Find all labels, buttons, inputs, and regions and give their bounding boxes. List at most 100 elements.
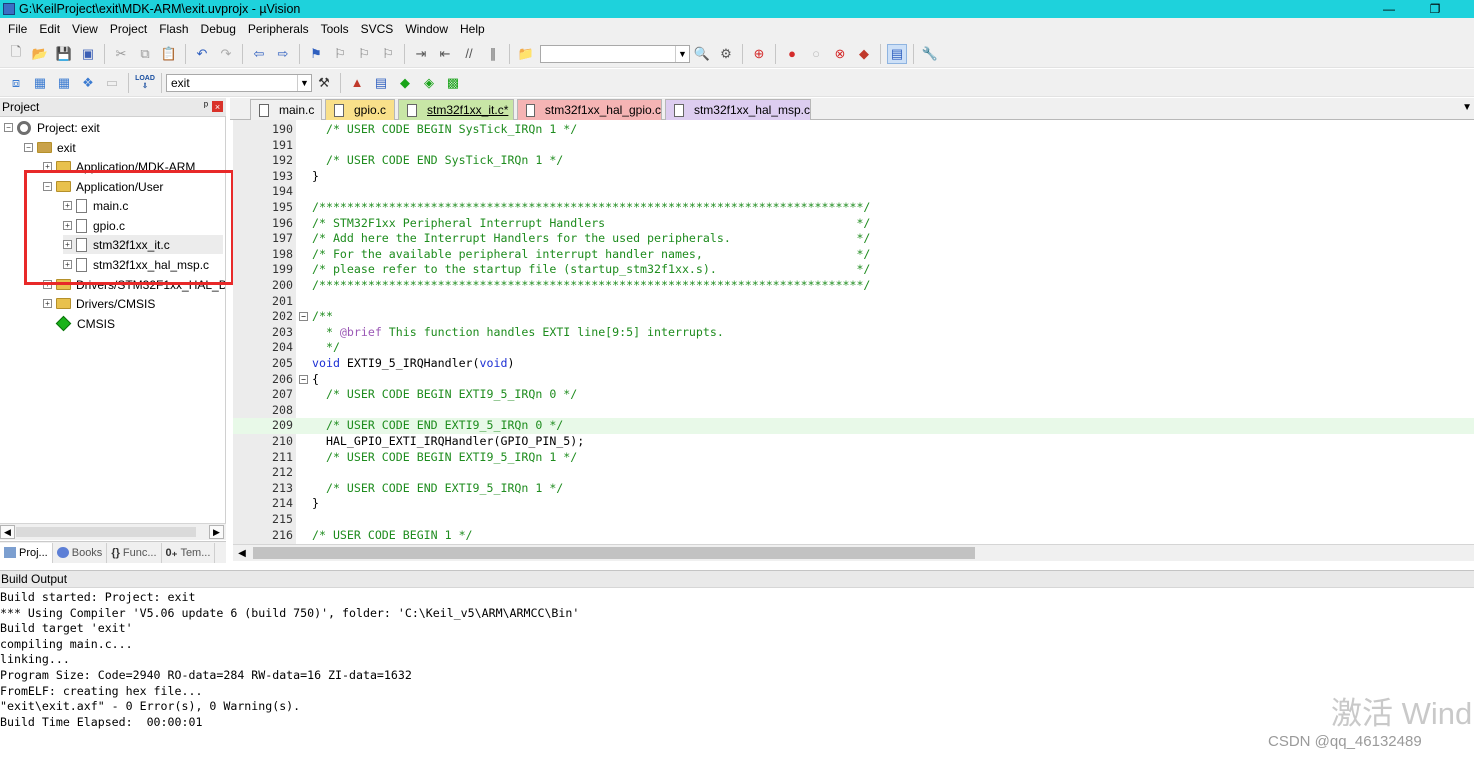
menu-help[interactable]: Help <box>454 22 491 36</box>
scroll-right-icon[interactable]: ▶ <box>209 525 224 539</box>
editor-tab-stm32f1xx-it[interactable]: stm32f1xx_it.c* <box>398 99 514 120</box>
cut-icon[interactable]: ✂ <box>111 44 131 64</box>
menu-edit[interactable]: Edit <box>33 22 66 36</box>
code-line[interactable]: 199 /* please refer to the startup file (… <box>233 262 1474 278</box>
target-select[interactable]: exit ▼ <box>166 73 312 92</box>
download-icon[interactable]: LOAD ⇩ <box>135 73 155 93</box>
menu-project[interactable]: Project <box>104 22 153 36</box>
editor-tab-hal-msp[interactable]: stm32f1xx_hal_msp.c <box>665 99 811 120</box>
manage-rte-icon[interactable]: ◈ <box>419 73 439 93</box>
menu-debug[interactable]: Debug <box>195 22 242 36</box>
code-line[interactable]: 213 /* USER CODE END EXTI9_5_IRQn 1 */ <box>233 481 1474 497</box>
editor-tab-hal-gpio[interactable]: stm32f1xx_hal_gpio.c <box>517 99 662 120</box>
code-line[interactable]: 207 /* USER CODE BEGIN EXTI9_5_IRQn 0 */ <box>233 387 1474 403</box>
indent-icon[interactable]: ⇥ <box>411 44 431 64</box>
code-line[interactable]: 204 */ <box>233 340 1474 356</box>
code-line[interactable]: 201 <box>233 294 1474 310</box>
code-line[interactable]: 212 <box>233 465 1474 481</box>
bookmark-icon[interactable]: ⚑ <box>306 44 326 64</box>
paste-icon[interactable]: 📋 <box>159 44 179 64</box>
redo-icon[interactable]: ↷ <box>216 44 236 64</box>
debug-session-icon[interactable]: ⊕ <box>749 44 769 64</box>
code-line[interactable]: 198 /* For the available peripheral inter… <box>233 247 1474 263</box>
new-file-icon[interactable]: 🗋 <box>6 44 26 64</box>
select-packs-icon[interactable]: ▤ <box>371 73 391 93</box>
manage-project-items-icon[interactable]: ▲ <box>347 73 367 93</box>
component-icon[interactable]: ▩ <box>443 73 463 93</box>
project-tree-horizontal-scrollbar[interactable]: ◀ ▶ <box>0 523 226 540</box>
editor-tab-main[interactable]: main.c <box>250 99 322 120</box>
stop-build-icon[interactable]: ▭ <box>102 73 122 93</box>
chevron-down-icon[interactable]: ▼ <box>297 74 311 91</box>
tree-node-target[interactable]: − exit <box>24 138 76 157</box>
expand-icon[interactable]: + <box>43 299 52 308</box>
tree-node-group-cmsis-drivers[interactable]: + Drivers/CMSIS <box>43 294 155 313</box>
uncomment-icon[interactable]: ∥ <box>483 44 503 64</box>
find-icon[interactable]: 🔍 <box>692 44 712 64</box>
find-in-files-icon[interactable]: 📁 <box>516 44 536 64</box>
code-line[interactable]: 191 <box>233 138 1474 154</box>
menu-svcs[interactable]: SVCS <box>355 22 400 36</box>
disable-breakpoint-icon[interactable]: ○ <box>806 44 826 64</box>
close-icon[interactable]: × <box>212 101 223 112</box>
build-output-panel[interactable]: Build started: Project: exit *** Using Co… <box>0 589 1474 763</box>
menu-peripherals[interactable]: Peripherals <box>242 22 315 36</box>
build-icon[interactable]: ▦ <box>30 73 50 93</box>
menu-window[interactable]: Window <box>399 22 454 36</box>
open-folder-icon[interactable]: 📂 <box>30 44 50 64</box>
scrollbar-thumb[interactable] <box>253 547 975 559</box>
find-combo[interactable]: ▼ <box>540 44 690 63</box>
fold-toggle-icon[interactable]: − <box>299 312 308 322</box>
code-line[interactable]: 211 /* USER CODE BEGIN EXTI9_5_IRQn 1 */ <box>233 450 1474 466</box>
tab-books[interactable]: Books <box>53 542 108 563</box>
code-line[interactable]: 192 /* USER CODE END SysTick_IRQn 1 */ <box>233 153 1474 169</box>
editor-tab-gpio[interactable]: gpio.c <box>325 99 395 120</box>
scroll-left-icon[interactable]: ◀ <box>0 525 15 539</box>
code-line[interactable]: 197 /* Add here the Interrupt Handlers fo… <box>233 231 1474 247</box>
translate-icon[interactable]: ⧈ <box>6 73 26 93</box>
tab-list-dropdown-icon[interactable]: ▼ <box>1462 102 1472 113</box>
code-line[interactable]: 203 * @brief This function handles EXTI … <box>233 325 1474 341</box>
rebuild-icon[interactable]: ▦ <box>54 73 74 93</box>
menu-file[interactable]: File <box>2 22 33 36</box>
scroll-left-icon[interactable]: ◀ <box>235 546 249 560</box>
code-line[interactable]: 200 /************************************… <box>233 278 1474 294</box>
code-line[interactable]: 202−/** <box>233 309 1474 325</box>
chevron-down-icon[interactable]: ▼ <box>675 45 689 62</box>
clear-bookmarks-icon[interactable]: ⚐ <box>378 44 398 64</box>
batch-build-icon[interactable]: ❖ <box>78 73 98 93</box>
next-bookmark-icon[interactable]: ⚐ <box>354 44 374 64</box>
fold-toggle-icon[interactable]: − <box>299 374 308 384</box>
breakpoint-icon[interactable]: ● <box>782 44 802 64</box>
collapse-icon[interactable]: − <box>4 123 13 132</box>
prev-bookmark-icon[interactable]: ⚐ <box>330 44 350 64</box>
code-line[interactable]: 214} <box>233 496 1474 512</box>
copy-icon[interactable]: ⧉ <box>135 44 155 64</box>
scrollbar-thumb[interactable] <box>16 527 196 537</box>
code-line[interactable]: 195 /************************************… <box>233 200 1474 216</box>
tab-templates[interactable]: 0₊ Tem... <box>162 542 216 563</box>
tree-node-cmsis-component[interactable]: CMSIS <box>55 314 115 333</box>
code-line[interactable]: 216 /* USER CODE BEGIN 1 */ <box>233 528 1474 544</box>
collapse-icon[interactable]: − <box>24 143 33 152</box>
undo-icon[interactable]: ↶ <box>192 44 212 64</box>
pin-icon[interactable]: ᵖ <box>204 100 208 112</box>
code-line[interactable]: 205 void EXTI9_5_IRQHandler(void) <box>233 356 1474 372</box>
code-editor[interactable]: 190 /* USER CODE BEGIN SysTick_IRQn 1 */… <box>233 120 1474 544</box>
menu-view[interactable]: View <box>66 22 104 36</box>
pack-installer-icon[interactable]: ◆ <box>395 73 415 93</box>
menu-flash[interactable]: Flash <box>153 22 194 36</box>
code-line[interactable]: 194 <box>233 184 1474 200</box>
tab-project[interactable]: Proj... <box>0 542 53 563</box>
tab-functions[interactable]: {} Func... <box>107 542 162 563</box>
code-line[interactable]: 215 <box>233 512 1474 528</box>
editor-horizontal-scrollbar[interactable]: ◀ <box>233 544 1474 561</box>
comment-icon[interactable]: // <box>459 44 479 64</box>
disable-all-breakpoints-icon[interactable]: ◆ <box>854 44 874 64</box>
save-icon[interactable]: 💾 <box>54 44 74 64</box>
code-line[interactable]: 196 /* STM32F1xx Peripheral Interrupt Han… <box>233 216 1474 232</box>
code-line[interactable]: 190 /* USER CODE BEGIN SysTick_IRQn 1 */ <box>233 122 1474 138</box>
nav-back-icon[interactable]: ⇦ <box>249 44 269 64</box>
save-all-icon[interactable]: ▣ <box>78 44 98 64</box>
restore-button[interactable]: ❐ <box>1412 0 1458 18</box>
